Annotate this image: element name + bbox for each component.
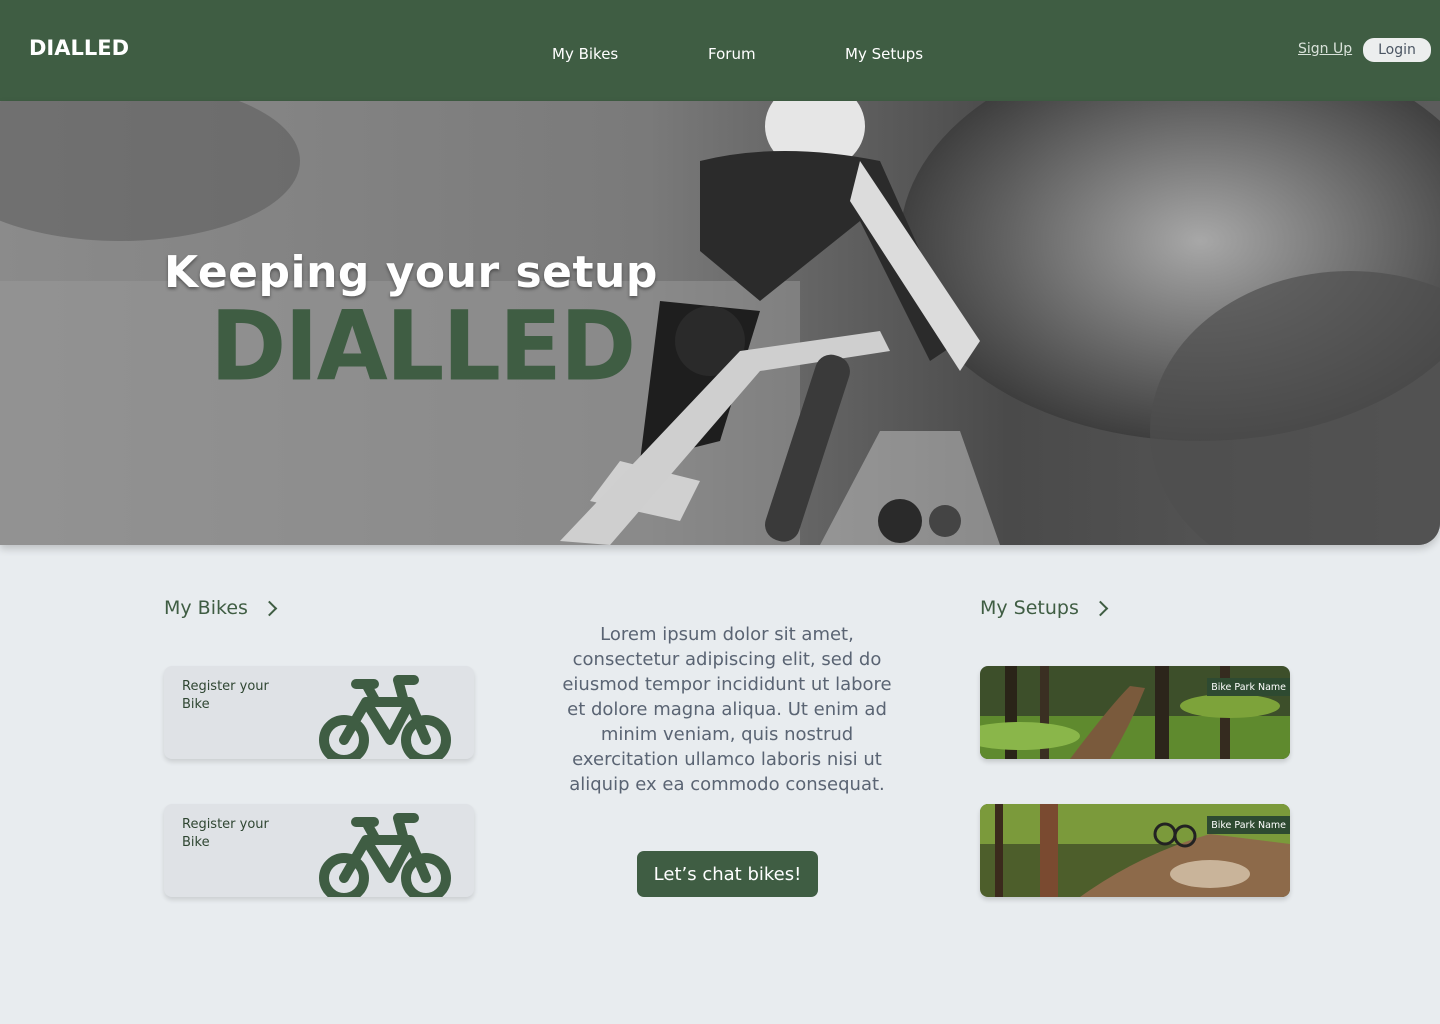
- chat-bikes-button[interactable]: Let’s chat bikes!: [637, 851, 818, 897]
- setup-card[interactable]: Bike Park Name: [980, 804, 1290, 897]
- my-bikes-heading[interactable]: My Bikes: [164, 597, 278, 619]
- bicycle-icon: [319, 813, 451, 897]
- register-bike-card[interactable]: Register your Bike: [164, 804, 474, 897]
- login-button[interactable]: Login: [1363, 38, 1431, 62]
- hero-banner: Keeping your setup DIALLED: [0, 101, 1440, 545]
- my-setups-heading[interactable]: My Setups: [980, 597, 1109, 619]
- bike-park-name-tag: Bike Park Name: [1207, 678, 1290, 696]
- register-bike-card[interactable]: Register your Bike: [164, 666, 474, 759]
- bike-park-name-tag: Bike Park Name: [1207, 816, 1290, 834]
- bicycle-icon: [319, 675, 451, 759]
- setup-card[interactable]: Bike Park Name: [980, 666, 1290, 759]
- intro-paragraph: Lorem ipsum dolor sit amet, consectetur …: [562, 624, 892, 795]
- site-logo[interactable]: DIALLED: [29, 36, 129, 60]
- register-bike-label: Register your Bike: [182, 817, 269, 850]
- nav-forum[interactable]: Forum: [708, 45, 756, 63]
- my-bikes-heading-label: My Bikes: [164, 597, 248, 619]
- chevron-right-icon: [261, 600, 278, 616]
- signup-link[interactable]: Sign Up: [1298, 41, 1352, 57]
- top-navbar: DIALLED My Bikes Forum My Setups Sign Up…: [0, 0, 1440, 101]
- my-setups-heading-label: My Setups: [980, 597, 1079, 619]
- chevron-right-icon: [1092, 600, 1109, 616]
- register-bike-label: Register your Bike: [182, 679, 269, 712]
- nav-my-setups[interactable]: My Setups: [845, 45, 923, 63]
- hero-brand-wordmark: DIALLED: [210, 290, 636, 403]
- nav-my-bikes[interactable]: My Bikes: [552, 45, 618, 63]
